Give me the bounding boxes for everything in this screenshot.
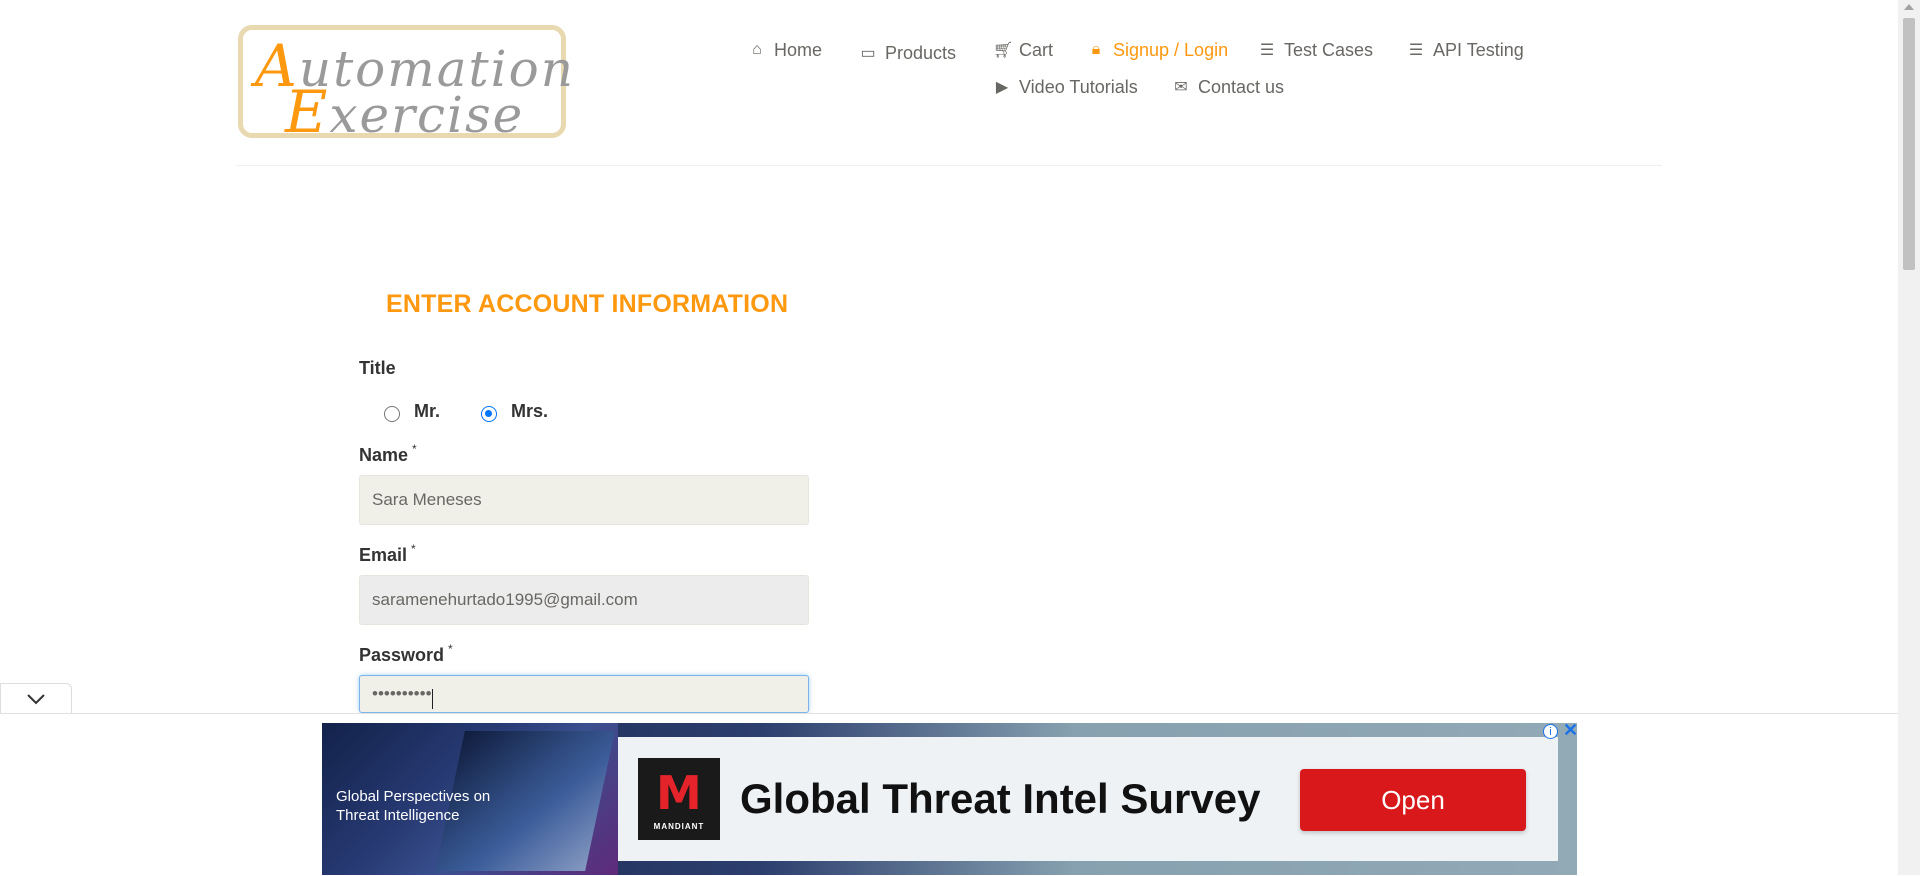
email-label: Email * <box>359 542 416 565</box>
ad-open-button[interactable]: Open <box>1300 769 1526 831</box>
form-heading: ENTER ACCOUNT INFORMATION <box>386 290 789 318</box>
radio-mrs-label[interactable]: Mrs. <box>511 401 548 422</box>
briefcase-icon: ▭ <box>860 45 876 62</box>
nav-contact-us[interactable]: ✉ Contact us <box>1172 75 1284 99</box>
ad-side-image: Global Perspectives on Threat Intelligen… <box>322 723 618 875</box>
title-label: Title <box>359 358 396 378</box>
radio-mr[interactable] <box>384 406 400 422</box>
cart-icon: 🛒︎ <box>993 42 1014 59</box>
site-logo[interactable]: Automation Exercise <box>238 25 573 146</box>
name-label: Name * <box>359 442 417 465</box>
envelope-icon: ✉ <box>1174 79 1188 96</box>
ad-card: M MANDIANT Global Threat Intel Survey Op… <box>618 737 1558 861</box>
email-field[interactable] <box>359 575 809 625</box>
list-icon: ☰ <box>1408 42 1424 59</box>
nav-home[interactable]: ⌂ Home <box>748 38 822 62</box>
mandiant-logo: M MANDIANT <box>638 758 720 840</box>
list-icon: ☰ <box>1259 42 1275 59</box>
ad-banner[interactable]: Global Perspectives on Threat Intelligen… <box>322 723 1577 875</box>
nav-test-cases[interactable]: ☰ Test Cases <box>1258 38 1373 62</box>
password-label: Password * <box>359 642 453 665</box>
nav-api-testing[interactable]: ☰ API Testing <box>1407 38 1524 62</box>
lock-icon: 🔒︎ <box>1091 41 1101 58</box>
password-field[interactable] <box>359 675 809 713</box>
logo-line-2: Exercise <box>285 78 525 146</box>
ad-collapse-tab[interactable] <box>0 683 72 713</box>
ad-info-icon[interactable]: i <box>1543 724 1558 739</box>
nav-cart[interactable]: 🛒︎ Cart <box>993 38 1053 62</box>
radio-mr-label[interactable]: Mr. <box>414 401 440 422</box>
name-field[interactable] <box>359 475 809 525</box>
ad-headline: Global Threat Intel Survey <box>740 775 1261 822</box>
home-icon: ⌂ <box>752 41 762 58</box>
header-divider <box>236 165 1662 166</box>
radio-mrs[interactable] <box>481 406 497 422</box>
ad-side-copy: Global Perspectives on Threat Intelligen… <box>336 788 491 824</box>
ad-close-icon[interactable]: ✕ <box>1563 720 1578 741</box>
scrollbar-thumb[interactable] <box>1903 18 1915 270</box>
text-caret <box>432 689 433 709</box>
chevron-down-icon <box>27 694 45 705</box>
youtube-icon: ▶ <box>995 79 1009 96</box>
nav-video-tutorials[interactable]: ▶ Video Tutorials <box>993 75 1138 99</box>
nav-products[interactable]: ▭ Products <box>859 41 956 65</box>
nav-signup-login[interactable]: 🔒︎ Signup / Login <box>1087 38 1228 62</box>
scroll-up-arrow[interactable] <box>1904 4 1914 10</box>
